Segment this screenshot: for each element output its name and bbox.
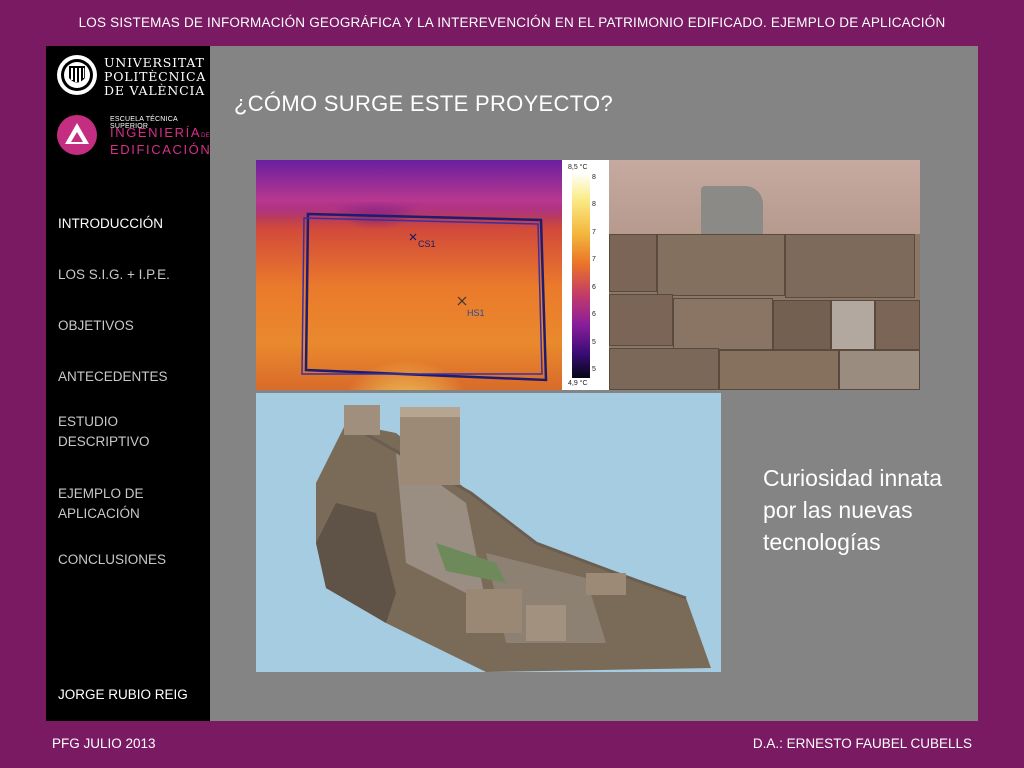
slide-caption: Curiosidad innata por las nuevas tecnolo… xyxy=(763,465,943,555)
etsie-logo: ESCUELA TÉCNICA SUPERIOR INGENIERÍADE ED… xyxy=(56,114,210,158)
castle-render xyxy=(316,405,711,672)
scale-tick: 6 xyxy=(592,311,596,318)
wall-photo xyxy=(609,160,920,390)
etsie-emblem-icon xyxy=(57,115,97,155)
scale-tick: 5 xyxy=(592,366,596,373)
wall-stone xyxy=(719,350,839,390)
upv-line3: DE VALÈNCIA xyxy=(104,83,206,98)
wall-plaster xyxy=(609,160,920,234)
sidebar: UNIVERSITAT POLITÈCNICA DE VALÈNCIA ESCU… xyxy=(46,46,210,721)
header-title: LOS SISTEMAS DE INFORMACIÓN GEOGRÁFICA Y… xyxy=(78,15,946,30)
upv-crest-icon xyxy=(57,55,97,95)
author-name: JORGE RUBIO REIG xyxy=(58,687,188,702)
scale-tick: 8 xyxy=(592,201,596,208)
nav-sig-ipe[interactable]: LOS S.I.G. + I.P.E. xyxy=(58,265,208,285)
scale-gradient xyxy=(572,173,590,378)
etsie-line2: EDIFICACIÓN xyxy=(110,142,212,157)
footer-left: PFG JULIO 2013 xyxy=(52,736,156,751)
thermal-image: CS1 HS1 xyxy=(256,160,562,390)
scale-max-label: 8,5 °C xyxy=(568,164,588,171)
spot-hs1-label: HS1 xyxy=(467,308,485,318)
etsie-de: DE xyxy=(201,133,210,139)
upv-line1: UNIVERSITAT xyxy=(104,55,205,70)
scale-tick: 8 xyxy=(592,174,596,181)
wall-stone xyxy=(673,298,773,350)
nav-introduccion[interactable]: INTRODUCCIÓN xyxy=(58,214,208,234)
slide-title: ¿CÓMO SURGE ESTE PROYECTO? xyxy=(234,91,614,116)
wall-stone xyxy=(773,300,831,350)
wall-stone xyxy=(839,350,920,390)
etsie-wordmark: INGENIERÍADE EDIFICACIÓN xyxy=(110,126,211,156)
upv-wordmark: UNIVERSITAT POLITÈCNICA DE VALÈNCIA xyxy=(104,56,206,98)
nav-antecedentes[interactable]: ANTECEDENTES xyxy=(58,367,208,387)
upv-logo: UNIVERSITAT POLITÈCNICA DE VALÈNCIA xyxy=(56,54,206,100)
wall-stone xyxy=(875,300,920,350)
thermal-outline xyxy=(301,212,548,382)
footer-right: D.A.: ERNESTO FAUBEL CUBELLS xyxy=(752,736,972,751)
nav-ejemplo-aplicacion[interactable]: EJEMPLO DE APLICACIÓN xyxy=(58,484,158,524)
wall-stone xyxy=(657,234,785,296)
castle-3d-model xyxy=(256,393,721,672)
scale-tick: 6 xyxy=(592,284,596,291)
wall-stone xyxy=(831,300,875,350)
nav-estudio-descriptivo[interactable]: ESTUDIO DESCRIPTIVO xyxy=(58,412,158,452)
scale-tick: 7 xyxy=(592,229,596,236)
scale-tick: 5 xyxy=(592,339,596,346)
wall-stone xyxy=(609,234,657,292)
thermal-scale: 8,5 °C 8 8 7 7 6 6 5 5 4,9 °C xyxy=(562,160,609,390)
etsie-line1: INGENIERÍA xyxy=(110,125,202,140)
wall-stone xyxy=(785,234,915,298)
nav-objetivos[interactable]: OBJETIVOS xyxy=(58,316,208,336)
upv-line2: POLITÈCNICA xyxy=(104,69,207,84)
scale-tick: 7 xyxy=(592,256,596,263)
wall-patch xyxy=(701,186,763,238)
spot-cs1-label: CS1 xyxy=(418,239,436,249)
etsie-line1-wrap: INGENIERÍADE xyxy=(110,126,211,143)
wall-stone xyxy=(609,348,719,390)
wall-stone xyxy=(609,294,673,346)
scale-min-label: 4,9 °C xyxy=(568,380,588,387)
nav-conclusiones[interactable]: CONCLUSIONES xyxy=(58,550,208,570)
